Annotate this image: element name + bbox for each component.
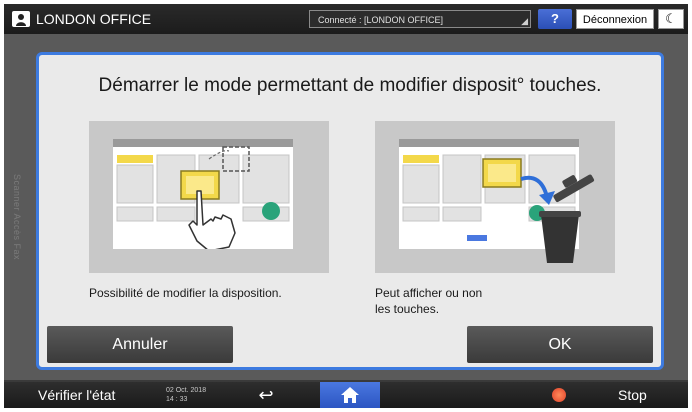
device-screen: LONDON OFFICE Connecté : [LONDON OFFICE]… [4, 4, 688, 408]
top-bar: LONDON OFFICE Connecté : [LONDON OFFICE]… [4, 4, 688, 34]
home-button[interactable] [320, 382, 380, 408]
cancel-button[interactable]: Annuler [47, 326, 233, 363]
moon-icon: ☾ [665, 11, 677, 26]
layout-edit-illustration [89, 121, 329, 273]
help-button[interactable]: ? [538, 9, 572, 29]
layout-edit-caption: Possibilité de modifier la disposition. [89, 286, 282, 300]
bottom-bar: Vérifier l'état 02 Oct. 2018 14 : 33 ↩ S… [4, 382, 688, 408]
edit-mode-dialog: Démarrer le mode permettant de modifier … [36, 52, 664, 370]
office-title: LONDON OFFICE [36, 11, 152, 27]
caption-line: Peut afficher ou non [375, 286, 483, 300]
back-arrow-icon: ↩ [258, 385, 274, 405]
stop-button[interactable]: Stop [618, 387, 647, 403]
home-icon [341, 387, 359, 403]
connection-status-text: Connecté : [LONDON OFFICE] [318, 15, 444, 25]
date-time-display: 02 Oct. 2018 14 : 33 [166, 386, 206, 404]
resize-corner-icon: ◢ [521, 16, 528, 26]
caption-line: les touches. [375, 302, 440, 316]
background-label: Scanner Accès Fax [12, 174, 22, 261]
connection-status-field[interactable]: Connecté : [LONDON OFFICE] ◢ [309, 10, 531, 28]
dialog-title: Démarrer le mode permettant de modifier … [98, 75, 602, 96]
user-icon [12, 11, 30, 27]
back-button[interactable]: ↩ [248, 383, 284, 407]
show-hide-keys-caption: Peut afficher ou non les touches. [375, 285, 535, 317]
show-hide-keys-illustration [375, 121, 615, 273]
time-text: 14 : 33 [166, 396, 188, 403]
check-status-button[interactable]: Vérifier l'état [38, 387, 115, 403]
ok-button[interactable]: OK [467, 326, 653, 363]
stop-icon[interactable] [552, 388, 566, 402]
energy-saver-button[interactable]: ☾ [658, 9, 684, 29]
date-text: 02 Oct. 2018 [166, 387, 207, 394]
logout-button[interactable]: Déconnexion [576, 9, 654, 29]
